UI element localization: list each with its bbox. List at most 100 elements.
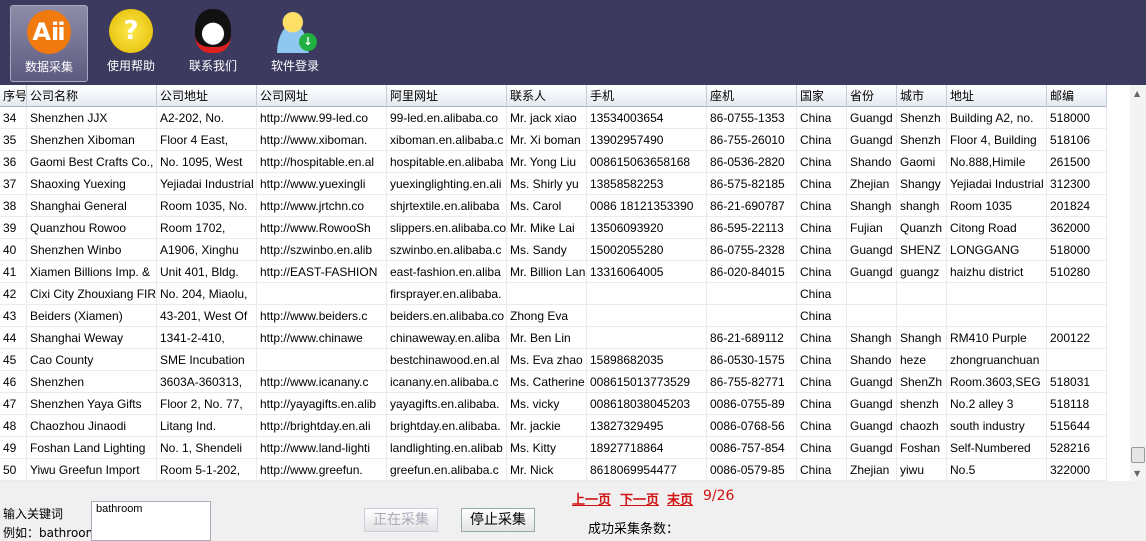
table-cell[interactable]: 13316064005 — [587, 261, 707, 283]
table-cell[interactable]: 0086 18121353390 — [587, 195, 707, 217]
table-cell[interactable]: http://www.icanany.c — [257, 371, 387, 393]
table-cell[interactable]: http://www.beiders.c — [257, 305, 387, 327]
table-cell[interactable]: Room.3603,SEG — [947, 371, 1047, 393]
table-cell[interactable] — [257, 349, 387, 371]
table-cell[interactable]: Ms. vicky — [507, 393, 587, 415]
table-row[interactable]: 44 Shanghai Weway 1341-2-410, http://www.ch… — [0, 327, 1107, 349]
table-cell[interactable]: yiwu — [897, 459, 947, 481]
table-row[interactable]: 35 Shenzhen Xiboman Floor 4 East, http://ww… — [0, 129, 1107, 151]
table-cell[interactable]: Building A2, no. — [947, 107, 1047, 129]
table-cell[interactable]: Ms. Kitty — [507, 437, 587, 459]
table-cell[interactable]: A1906, Xinghu — [157, 239, 257, 261]
table-cell[interactable]: Shangh — [897, 327, 947, 349]
table-cell[interactable]: 510280 — [1047, 261, 1107, 283]
table-row[interactable]: 39 Quanzhou Rowoo Room 1702, http://www.Row… — [0, 217, 1107, 239]
table-cell[interactable]: icanany.en.alibaba.c — [387, 371, 507, 393]
table-cell[interactable]: China — [797, 129, 847, 151]
table-cell[interactable]: south industry — [947, 415, 1047, 437]
table-cell[interactable]: Floor 4 East, — [157, 129, 257, 151]
table-cell[interactable]: 0086-0768-56 — [707, 415, 797, 437]
column-header[interactable]: 公司网址 — [257, 85, 387, 107]
table-cell[interactable]: Shenzhen Xiboman — [27, 129, 157, 151]
table-cell[interactable]: 86-0536-2820 — [707, 151, 797, 173]
table-cell[interactable]: Shanghai General — [27, 195, 157, 217]
table-cell[interactable]: Cixi City Zhouxiang FIR — [27, 283, 157, 305]
keyword-input[interactable]: bathroom — [91, 501, 211, 541]
table-cell[interactable]: 49 — [0, 437, 27, 459]
table-cell[interactable]: Shangh — [847, 195, 897, 217]
scroll-up-icon[interactable]: ▲ — [1134, 89, 1140, 98]
table-cell[interactable]: China — [797, 459, 847, 481]
table-cell[interactable]: Shando — [847, 151, 897, 173]
table-cell[interactable]: 86-0755-1353 — [707, 107, 797, 129]
table-cell[interactable]: Shenzh — [897, 107, 947, 129]
table-cell[interactable]: 200122 — [1047, 327, 1107, 349]
table-cell[interactable]: 528216 — [1047, 437, 1107, 459]
table-cell[interactable]: 37 — [0, 173, 27, 195]
table-row[interactable]: 46 Shenzhen 3603A-360313, http://www.icanan… — [0, 371, 1107, 393]
table-cell[interactable]: China — [797, 349, 847, 371]
table-row[interactable]: 50 Yiwu Greefun Import Room 5-1-202, http:/… — [0, 459, 1107, 481]
table-cell[interactable]: 86-0755-2328 — [707, 239, 797, 261]
table-row[interactable]: 40 Shenzhen Winbo A1906, Xinghu http://szwi… — [0, 239, 1107, 261]
table-cell[interactable]: 518106 — [1047, 129, 1107, 151]
column-header[interactable]: 城市 — [897, 85, 947, 107]
table-row[interactable]: 41 Xiamen Billions Imp. & Unit 401, Bldg. h… — [0, 261, 1107, 283]
table-cell[interactable]: LONGGANG — [947, 239, 1047, 261]
table-cell[interactable]: bestchinawood.en.al — [387, 349, 507, 371]
table-header[interactable]: 序号 公司名称 公司地址 公司网址 阿里网址 联系人 手机 座机 国家 省份 城市 地址 邮编 — [0, 85, 1107, 107]
table-cell[interactable]: Gaomi Best Crafts Co., — [27, 151, 157, 173]
table-cell[interactable]: Shaoxing Yuexing — [27, 173, 157, 195]
table-cell[interactable]: 44 — [0, 327, 27, 349]
table-cell[interactable]: Shenzh — [897, 129, 947, 151]
table-cell[interactable]: No. 1, Shendeli — [157, 437, 257, 459]
table-cell[interactable]: 36 — [0, 151, 27, 173]
table-cell[interactable]: http://www.99-led.co — [257, 107, 387, 129]
table-cell[interactable]: Xiamen Billions Imp. & — [27, 261, 157, 283]
table-cell[interactable]: 38 — [0, 195, 27, 217]
table-cell[interactable]: Floor 4, Building — [947, 129, 1047, 151]
table-cell[interactable]: Ms. Shirly yu — [507, 173, 587, 195]
table-cell[interactable]: Quanzhou Rowoo — [27, 217, 157, 239]
table-cell[interactable]: heze — [897, 349, 947, 371]
table-cell[interactable]: China — [797, 195, 847, 217]
table-cell[interactable]: Foshan Land Lighting — [27, 437, 157, 459]
table-cell[interactable]: 99-led.en.alibaba.co — [387, 107, 507, 129]
last-page-link[interactable]: 末页 — [667, 489, 693, 508]
table-cell[interactable]: No.5 — [947, 459, 1047, 481]
column-header[interactable]: 公司地址 — [157, 85, 257, 107]
column-header[interactable]: 联系人 — [507, 85, 587, 107]
table-cell[interactable]: Yiwu Greefun Import — [27, 459, 157, 481]
table-cell[interactable]: 13858582253 — [587, 173, 707, 195]
column-header[interactable]: 国家 — [797, 85, 847, 107]
table-cell[interactable]: szwinbo.en.alibaba.c — [387, 239, 507, 261]
table-cell[interactable]: http://szwinbo.en.alib — [257, 239, 387, 261]
table-row[interactable]: 47 Shenzhen Yaya Gifts Floor 2, No. 77, htt… — [0, 393, 1107, 415]
table-cell[interactable]: 362000 — [1047, 217, 1107, 239]
table-cell[interactable]: 43-201, West Of — [157, 305, 257, 327]
table-cell[interactable]: Room 1035 — [947, 195, 1047, 217]
table-cell[interactable]: 13506093920 — [587, 217, 707, 239]
table-cell[interactable]: Shenzhen Yaya Gifts — [27, 393, 157, 415]
table-cell[interactable] — [507, 283, 587, 305]
table-cell[interactable] — [897, 283, 947, 305]
next-page-link[interactable]: 下一页 — [620, 489, 659, 508]
table-cell[interactable]: 15002055280 — [587, 239, 707, 261]
table-cell[interactable]: Guangd — [847, 371, 897, 393]
column-header[interactable]: 邮编 — [1047, 85, 1107, 107]
table-row[interactable]: 43 Beiders (Xiamen) 43-201, West Of http://… — [0, 305, 1107, 327]
table-cell[interactable]: Mr. Xi boman — [507, 129, 587, 151]
table-cell[interactable]: 43 — [0, 305, 27, 327]
table-cell[interactable]: 1341-2-410, — [157, 327, 257, 349]
table-cell[interactable]: 86-575-82185 — [707, 173, 797, 195]
table-cell[interactable]: http://www.jrtchn.co — [257, 195, 387, 217]
table-cell[interactable]: 518031 — [1047, 371, 1107, 393]
table-cell[interactable]: Yejiadai Industrial — [157, 173, 257, 195]
table-cell[interactable]: http://www.xiboman. — [257, 129, 387, 151]
column-header[interactable]: 地址 — [947, 85, 1047, 107]
table-cell[interactable]: Shenzhen — [27, 371, 157, 393]
table-cell[interactable]: ShenZh — [897, 371, 947, 393]
table-cell[interactable]: RM410 Purple — [947, 327, 1047, 349]
table-cell[interactable] — [897, 305, 947, 327]
table-cell[interactable]: Shangy — [897, 173, 947, 195]
